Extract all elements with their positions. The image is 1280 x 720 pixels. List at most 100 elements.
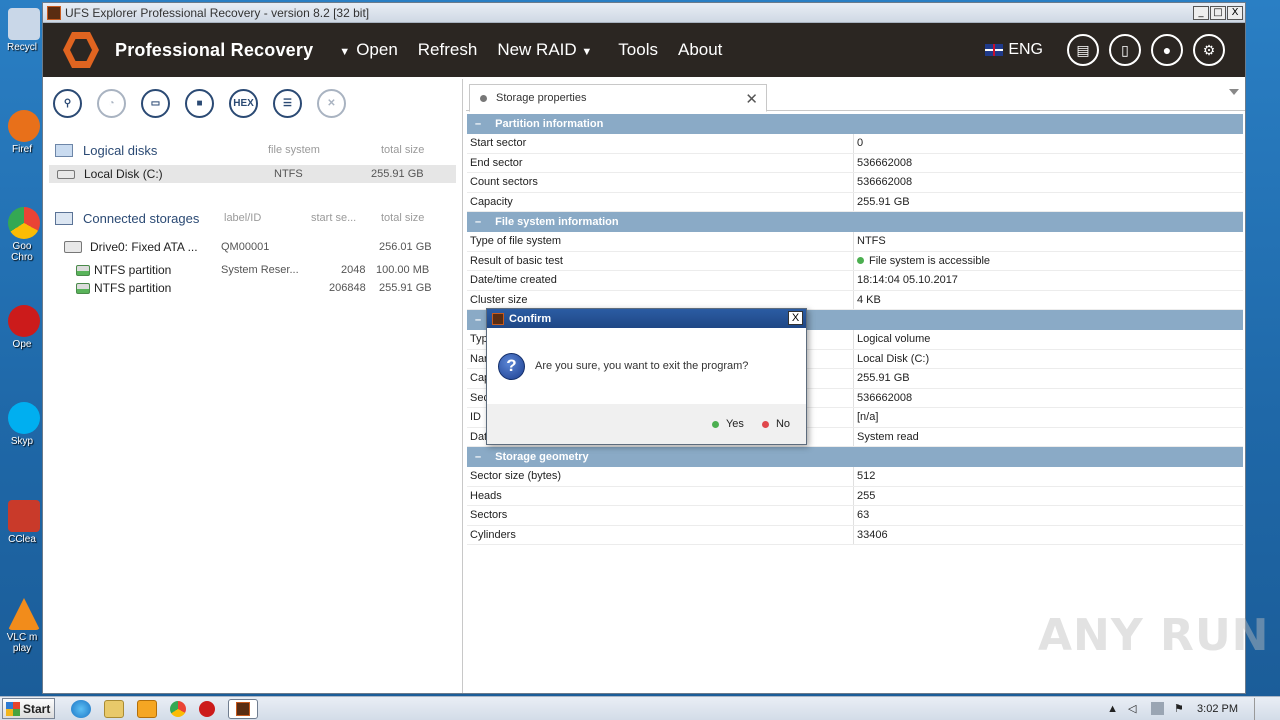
menu-tools[interactable]: Tools [618,40,658,60]
desktop-icon-opera[interactable]: Ope [0,305,44,350]
property-value: 0 [857,137,864,150]
language-selector[interactable]: ENG [985,41,1043,59]
property-value: NTFS [857,235,886,248]
settings-button[interactable]: ⚙ [1193,34,1225,66]
desktop-icon-firefox[interactable]: Firef [0,110,44,155]
network-icon[interactable] [1151,702,1165,715]
group-file-system-information[interactable]: – File system information [467,212,1243,232]
logical-disk-size: 255.91 GB [371,168,424,180]
ufs-explorer-taskbar-button[interactable] [228,698,258,719]
panel-toggle-button[interactable]: ▯ [1109,34,1141,66]
opera-icon[interactable] [199,700,215,717]
group-title: Storage geometry [495,451,589,463]
group-title: File system information [495,216,619,228]
column-header-file-system: file system [268,144,320,156]
windows-logo-icon [6,701,20,716]
tab-bar: Storage properties ✕ [466,79,1245,112]
action-center-flag-icon[interactable]: ⚑ [1174,702,1187,715]
group-storage-geometry[interactable]: – Storage geometry [467,447,1243,467]
property-row: End sector 536662008 [467,153,1243,173]
property-row: Start sector 0 [467,134,1243,154]
property-row: Cylinders 33406 [467,525,1243,545]
minimize-button[interactable]: _ [1193,5,1209,20]
start-button[interactable]: Start [2,698,55,719]
ufs-explorer-icon [236,701,250,716]
scan-icon: ◔ [108,98,115,109]
explorer-icon[interactable] [104,699,124,718]
caret-down-icon: ▼ [581,46,593,58]
close-storage-button[interactable]: ✕ [317,89,346,118]
desktop-icon-chrome[interactable]: Goo Chro [0,207,44,263]
tab-storage-properties[interactable]: Storage properties ✕ [469,84,767,112]
tab-close-icon[interactable]: ✕ [745,90,758,108]
dialog-title-bar[interactable]: Confirm [487,309,806,328]
drive-label: QM00001 [221,241,270,253]
dialog-close-button[interactable]: X [788,311,803,325]
messages-button[interactable]: ▤ [1067,34,1099,66]
chrome-icon[interactable] [170,700,186,717]
logical-disks-title: Logical disks [83,142,158,158]
logical-disk-row[interactable]: Local Disk (C:) NTFS 255.91 GB [49,165,456,183]
clock[interactable]: 3:02 PM [1197,703,1238,715]
yes-button[interactable]: Yes [711,418,744,430]
close-icon: ✕ [327,98,336,109]
column-header-label-id: label/ID [224,212,262,224]
maximize-button[interactable]: □ [1210,5,1226,20]
close-button[interactable]: X [1227,5,1243,20]
group-title: Partition information [495,118,604,130]
connected-storages-title: Connected storages [83,210,200,226]
lock-icon: ■ [196,98,203,109]
properties-button[interactable]: ☰ [273,89,302,118]
desktop-icon-vlc[interactable]: VLC m play [0,598,44,654]
tab-menu-chevron-icon[interactable] [1229,89,1239,95]
account-button[interactable]: ● [1151,34,1183,66]
dialog-footer: Yes No [487,404,806,444]
scan-button[interactable]: ◔ [97,89,126,118]
uk-flag-icon [985,44,1004,56]
partition-start: 2048 [341,264,366,276]
title-bar[interactable]: UFS Explorer Professional Recovery - ver… [43,3,1245,23]
desktop-icon-ccleaner[interactable]: CClea [0,500,44,545]
column-header-total-size: total size [381,144,425,156]
partition-row[interactable]: NTFS partition 206848 255.91 GB [43,279,462,297]
menu-open-label: Open [356,40,398,59]
lock-button[interactable]: ■ [185,89,214,118]
tray-expand-icon[interactable]: ▲ [1107,703,1118,715]
property-key: Capacity [467,192,854,211]
ie-icon[interactable] [71,699,91,718]
desktop-icon-skype[interactable]: Skyp [0,402,44,447]
group-partition-information[interactable]: – Partition information [467,114,1243,134]
image-button[interactable]: ▭ [141,89,170,118]
media-player-icon[interactable] [137,699,157,718]
search-button[interactable]: ⚲ [53,89,82,118]
property-value: 255.91 GB [857,195,910,208]
hex-button[interactable]: HEX [229,89,258,118]
property-key: Sector size (bytes) [467,467,854,486]
partition-row[interactable]: NTFS partition System Reser... 2048 100.… [43,261,462,279]
property-value: 18:14:04 05.10.2017 [857,274,958,287]
property-key: Heads [467,486,854,505]
drive-row[interactable]: Drive0: Fixed ATA ... QM00001 256.01 GB [43,238,462,256]
menu-open[interactable]: ▼ Open [339,40,397,60]
show-desktop-button[interactable] [1254,697,1266,720]
dialog-body: ? Are you sure, you want to exit the pro… [487,328,806,404]
window-controls: _ □ X [1193,5,1243,20]
no-dot-icon [761,420,769,428]
firefox-icon [8,110,40,142]
connected-storages-header: Connected storages label/ID start se... … [43,207,462,229]
taskbar-pinned [71,698,258,719]
vlc-icon [8,598,40,630]
desktop-icon-recycle-bin[interactable]: Recycl [0,8,44,53]
status-ok-icon [857,257,864,265]
storage-stack-icon [55,211,73,225]
hard-drive-icon [64,241,82,253]
tab-status-dot-icon [480,94,487,102]
no-button[interactable]: No [761,418,790,430]
partition-name: NTFS partition [94,281,172,295]
menu-about[interactable]: About [678,40,722,60]
yes-dot-icon [711,420,719,428]
partition-label: System Reser... [221,264,299,276]
volume-icon[interactable]: ◁ [1128,702,1141,715]
menu-new-raid[interactable]: New RAID ▼ [497,40,598,60]
menu-refresh[interactable]: Refresh [418,40,478,60]
